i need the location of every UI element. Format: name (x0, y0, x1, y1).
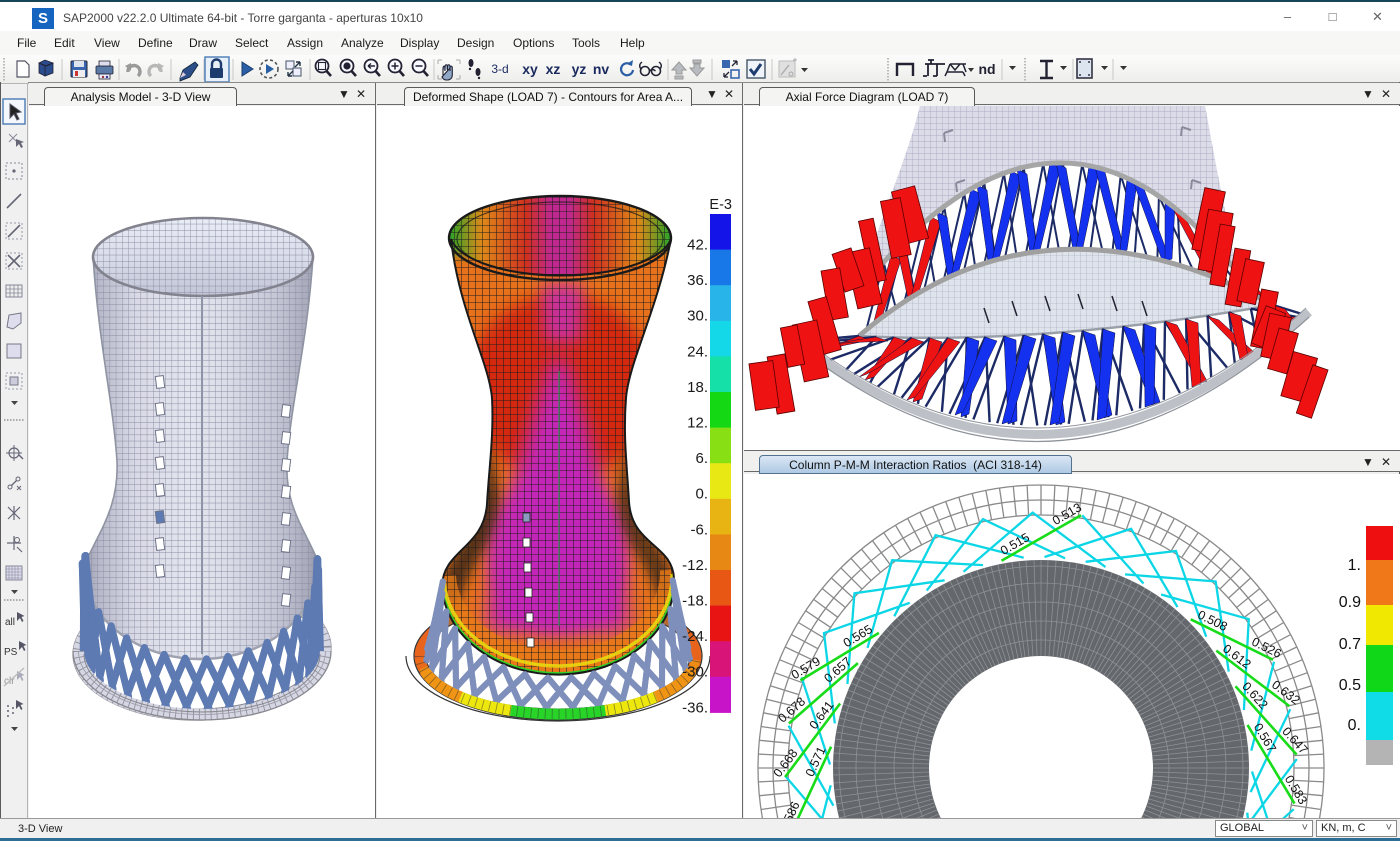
svg-text:nd: nd (978, 61, 995, 77)
svg-text:-36.: -36. (682, 699, 708, 716)
svg-text:3-d: 3-d (491, 62, 508, 76)
svg-text:nv: nv (593, 61, 610, 77)
svg-text:36.: 36. (687, 272, 708, 289)
svg-text:12.: 12. (687, 415, 708, 432)
svg-text:6.: 6. (695, 450, 708, 467)
svg-text:xy: xy (522, 61, 538, 77)
svg-text:24.: 24. (687, 343, 708, 360)
svg-text:-18.: -18. (682, 593, 708, 610)
svg-text:0.9: 0.9 (1339, 594, 1361, 611)
svg-text:0.7: 0.7 (1339, 636, 1361, 653)
svg-text:all: all (5, 617, 15, 628)
svg-text:42.: 42. (687, 237, 708, 254)
svg-text:1.: 1. (1348, 557, 1361, 574)
svg-text:E-3: E-3 (709, 197, 732, 213)
svg-text:18.: 18. (687, 379, 708, 396)
svg-text:PS: PS (4, 647, 18, 658)
svg-text:0.: 0. (695, 486, 708, 503)
svg-text:-30.: -30. (682, 664, 708, 681)
svg-text:xz: xz (546, 61, 561, 77)
svg-text:-12.: -12. (682, 557, 708, 574)
svg-text:0.: 0. (1348, 717, 1361, 734)
svg-text:yz: yz (572, 61, 587, 77)
svg-text:-24.: -24. (682, 628, 708, 645)
svg-text:30.: 30. (687, 308, 708, 325)
svg-text:-6.: -6. (690, 521, 708, 538)
svg-text:0.5: 0.5 (1339, 677, 1361, 694)
